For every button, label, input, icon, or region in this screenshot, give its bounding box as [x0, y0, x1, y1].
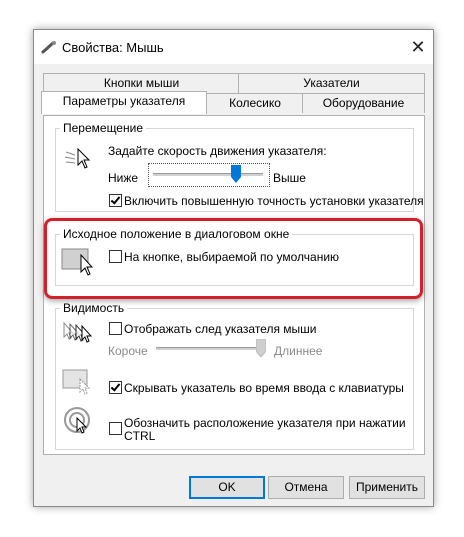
- title-bar: Свойства: Мышь ✕: [34, 30, 433, 64]
- ok-button[interactable]: OK: [189, 476, 265, 499]
- hide-typing-label[interactable]: Скрывать указатель во время ввода с клав…: [124, 381, 404, 395]
- movement-legend: Перемещение: [60, 121, 146, 135]
- snap-to-legend: Исходное положение в диалоговом окне: [60, 227, 293, 241]
- tab-wheel-label: Колесико: [229, 96, 281, 110]
- speed-slider-thumb[interactable]: [231, 165, 241, 183]
- cancel-button[interactable]: Отмена: [268, 476, 344, 499]
- speed-label: Задайте скорость движения указателя:: [108, 144, 327, 158]
- tab-pointer-options[interactable]: Параметры указателя: [41, 91, 207, 114]
- apply-button[interactable]: Применить: [349, 476, 425, 499]
- precision-label[interactable]: Включить повышенную точность установки у…: [124, 194, 424, 208]
- hide-pointer-typing-icon: [62, 369, 91, 395]
- apply-button-label: Применить: [355, 480, 418, 494]
- show-ctrl-checkbox[interactable]: [109, 422, 122, 435]
- pointer-trails-icon: [63, 321, 93, 343]
- show-ctrl-label-line2[interactable]: CTRL: [124, 429, 155, 443]
- locate-pointer-icon: [64, 407, 90, 434]
- tab-wheel[interactable]: Колесико: [206, 93, 304, 113]
- trails-label[interactable]: Отображать след указателя мыши: [124, 322, 317, 336]
- snap-to-icon: [61, 248, 94, 276]
- mouse-properties-dialog: Свойства: Мышь ✕ Кнопки мыши Указатели П…: [33, 29, 434, 507]
- close-icon[interactable]: ✕: [405, 34, 431, 60]
- snap-to-label[interactable]: На кнопке, выбираемой по умолчанию: [124, 250, 339, 264]
- trails-slider-track: [156, 347, 266, 350]
- visibility-legend: Видимость: [60, 301, 128, 315]
- tab-hardware[interactable]: Оборудование: [302, 93, 425, 113]
- pointer-speed-icon: [64, 147, 91, 169]
- tab-hardware-label: Оборудование: [322, 96, 405, 110]
- trails-short-label: Короче: [108, 344, 148, 358]
- trails-long-label: Длиннее: [274, 344, 323, 358]
- window-title: Свойства: Мышь: [62, 40, 164, 55]
- tab-buttons[interactable]: Кнопки мыши: [43, 73, 240, 93]
- speed-slider[interactable]: [148, 163, 270, 187]
- cancel-button-label: Отмена: [284, 480, 328, 494]
- trails-slider[interactable]: [154, 338, 270, 360]
- fast-label: Выше: [273, 171, 306, 185]
- slow-label: Ниже: [108, 171, 139, 185]
- ok-button-label: OK: [218, 480, 236, 494]
- tab-pointers-label: Указатели: [303, 76, 360, 90]
- trails-checkbox[interactable]: [109, 322, 122, 335]
- tab-pointer-options-label: Параметры указателя: [62, 94, 186, 108]
- snap-to-checkbox[interactable]: [109, 250, 122, 263]
- mouse-icon: [41, 41, 56, 54]
- trails-slider-thumb[interactable]: [255, 338, 267, 358]
- precision-checkbox[interactable]: [109, 194, 122, 207]
- hide-typing-checkbox[interactable]: [109, 381, 122, 394]
- pointer-options-panel: Перемещение Задайте скорость движения ук…: [43, 115, 425, 455]
- tab-buttons-label: Кнопки мыши: [103, 76, 180, 90]
- show-ctrl-label-line1[interactable]: Обозначить расположение указателя при на…: [124, 416, 406, 430]
- speed-slider-track: [153, 173, 263, 176]
- tab-pointers[interactable]: Указатели: [238, 73, 425, 93]
